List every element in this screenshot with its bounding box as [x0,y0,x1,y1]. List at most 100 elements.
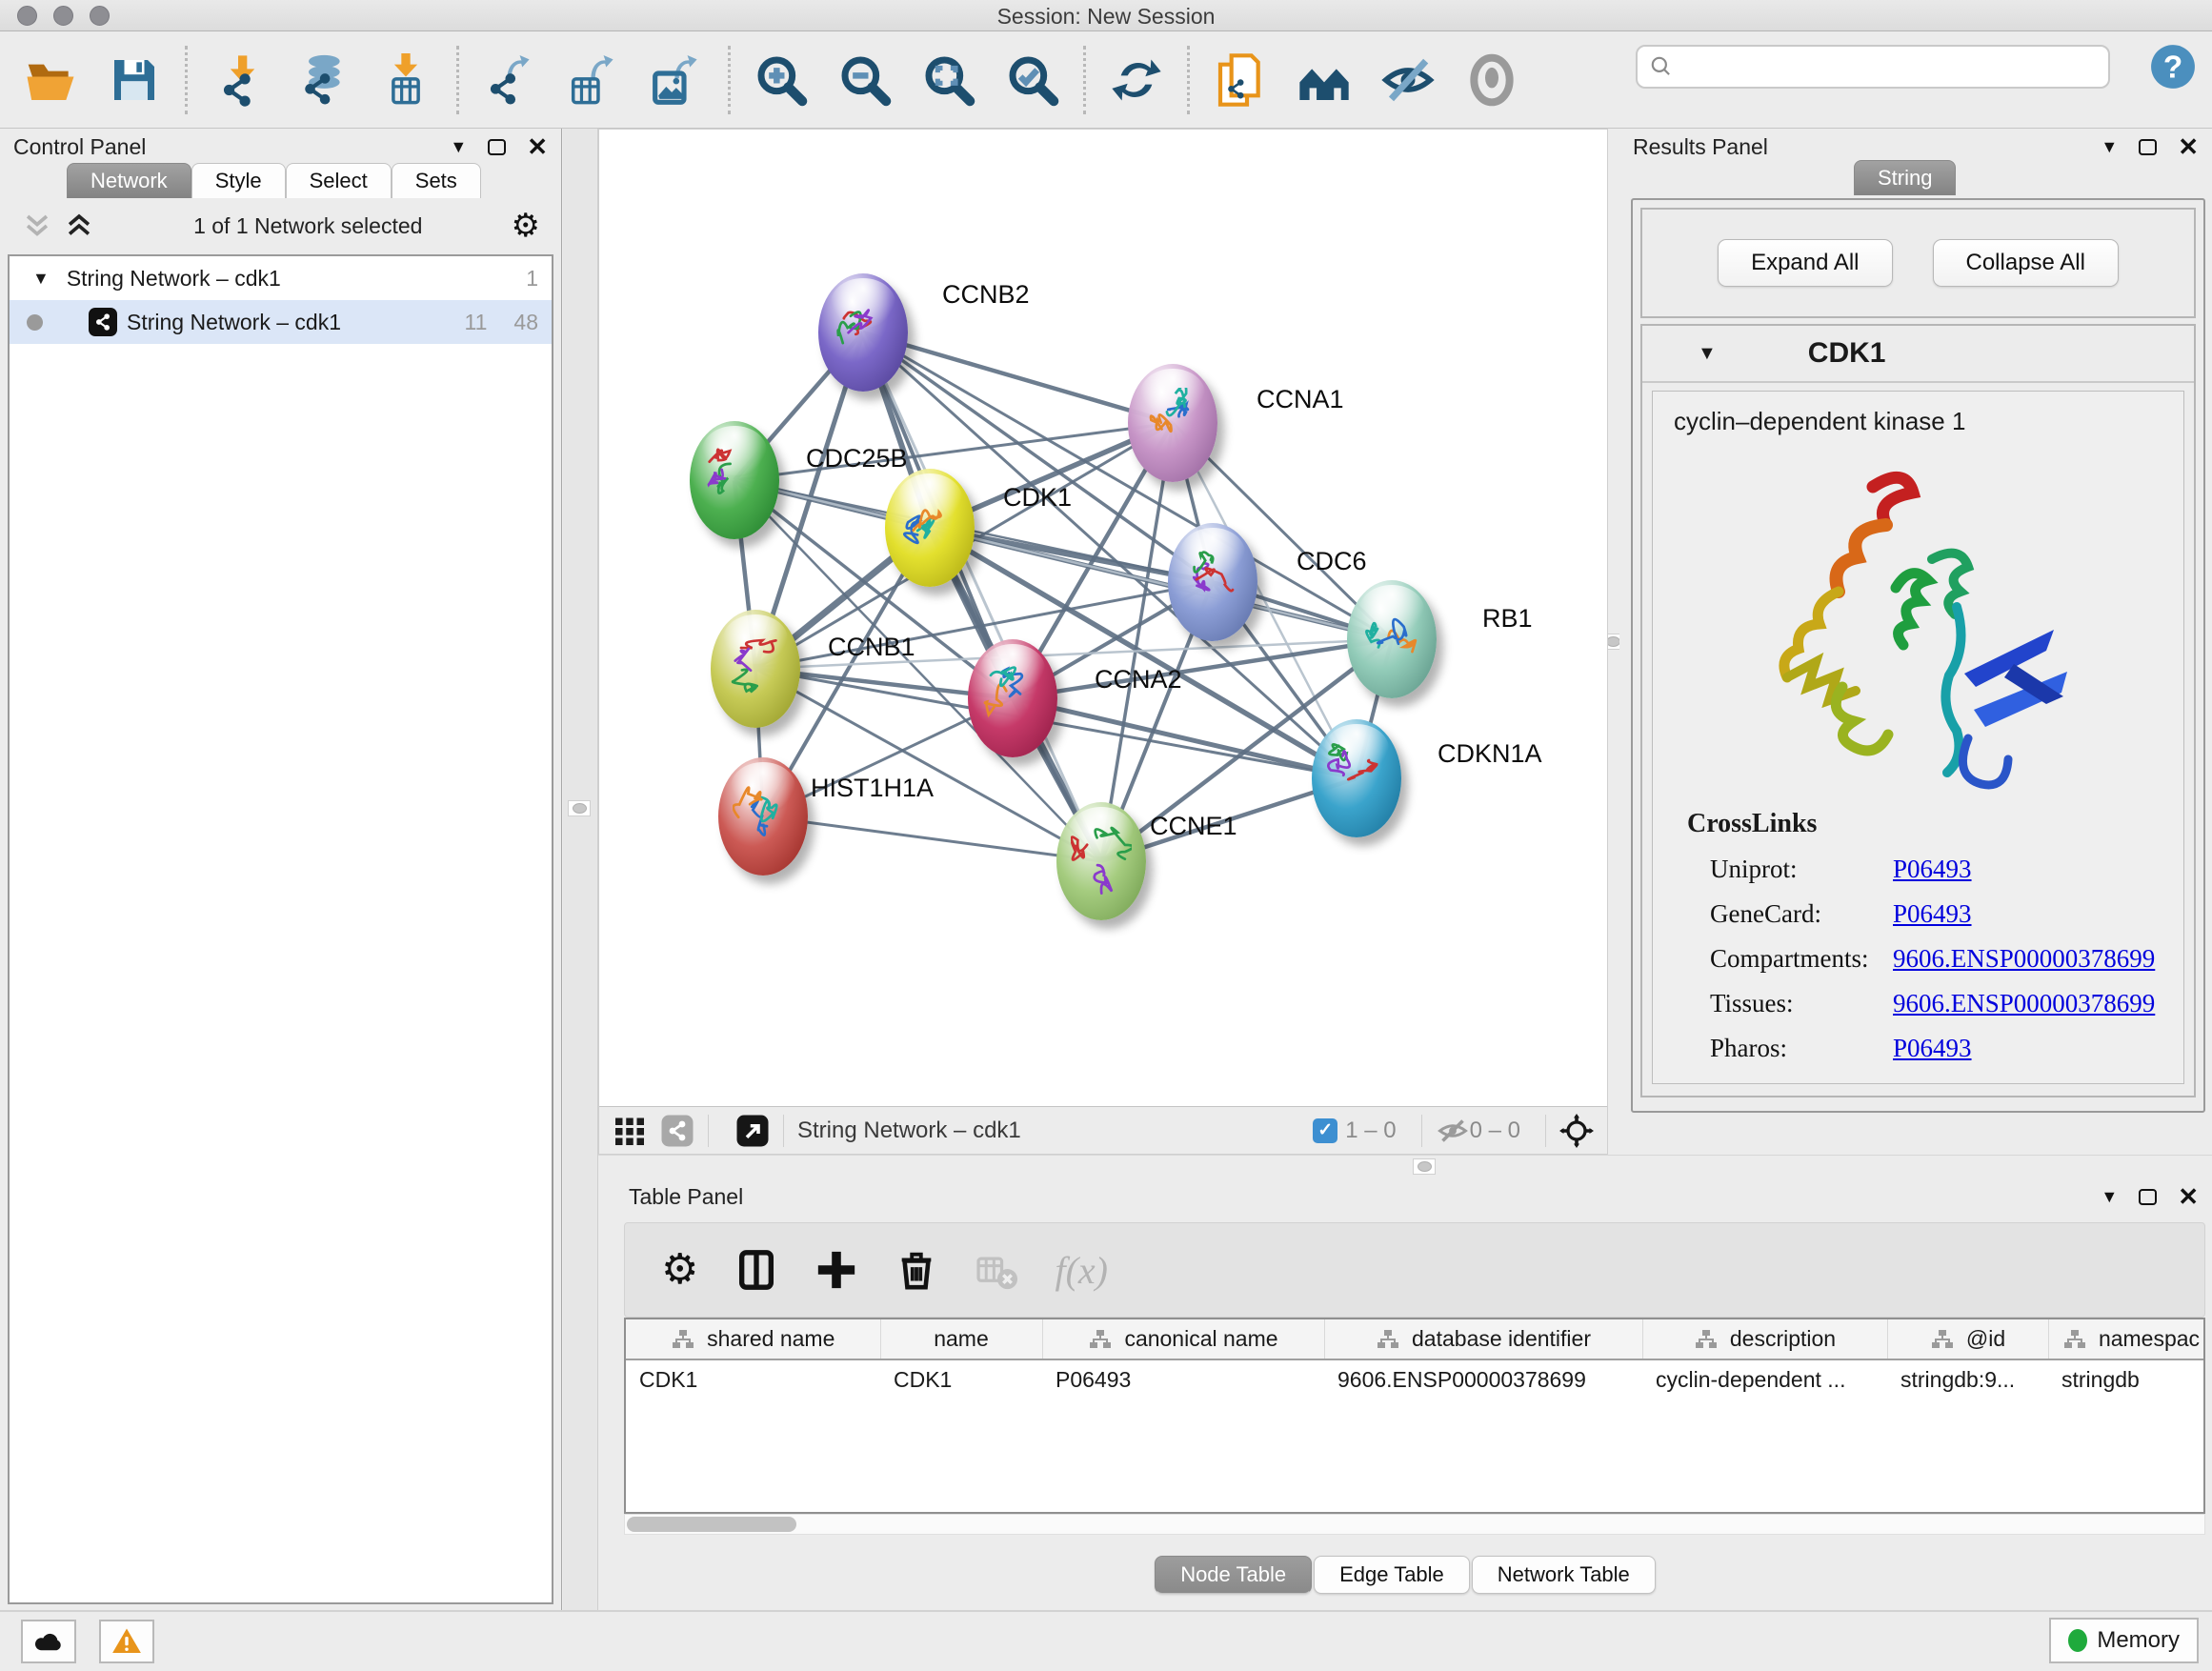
network-node-CCNB1[interactable] [711,610,800,728]
selected-count-checkbox[interactable]: ✓ [1313,1118,1337,1143]
zoom-fit-button[interactable] [912,46,986,114]
network-node-HIST1H1A[interactable] [718,757,808,876]
search-input[interactable] [1681,54,2097,79]
import-network-database-button[interactable] [285,46,359,114]
memory-button[interactable]: Memory [2049,1618,2199,1663]
column-header-database-identifier[interactable]: database identifier [1324,1319,1642,1359]
tab-select[interactable]: Select [286,163,392,198]
network-node-CCNE1[interactable] [1056,802,1146,920]
column-header-description[interactable]: description [1642,1319,1887,1359]
export-network-button[interactable] [473,46,547,114]
close-panel-icon[interactable]: ✕ [2178,1182,2199,1212]
crosslink-link[interactable]: P06493 [1893,899,1972,929]
panel-menu-icon[interactable]: ▼ [2101,137,2118,157]
left-splitter-handle[interactable] [568,800,591,816]
network-node-CDKN1A[interactable] [1312,719,1401,837]
table-cell[interactable]: stringdb:9... [1887,1359,2048,1399]
network-node-CDC25B[interactable] [690,421,779,539]
show-all-button[interactable] [1455,46,1529,114]
crosslink-link[interactable]: 9606.ENSP00000378699 [1893,944,2155,974]
table-horizontal-scrollbar[interactable] [624,1514,2205,1535]
tab-style[interactable]: Style [191,163,286,198]
network-options-gear-icon[interactable]: ⚙ [512,211,540,240]
network-node-CCNA2[interactable] [968,639,1057,757]
column-header-namespac[interactable]: namespac [2048,1319,2205,1359]
table-cell[interactable]: stringdb [2048,1359,2205,1399]
crosslink-link[interactable]: P06493 [1893,1034,1972,1063]
collection-expand-icon[interactable]: ▼ [32,269,50,289]
grid-view-icon[interactable] [613,1114,647,1148]
show-columns-icon[interactable] [734,1248,778,1292]
column-header-name[interactable]: name [880,1319,1042,1359]
tab-network[interactable]: Network [67,163,191,198]
detach-view-icon[interactable] [735,1114,770,1148]
zoom-in-button[interactable] [744,46,818,114]
gene-collapse-icon[interactable]: ▼ [1698,343,1717,365]
zoom-out-button[interactable] [828,46,902,114]
network-node-CCNA1[interactable] [1128,364,1217,482]
network-view-mode-icon[interactable] [660,1114,694,1148]
expand-all-button[interactable]: Expand All [1718,239,1892,287]
left-splitter[interactable] [563,129,598,1610]
save-session-button[interactable] [97,46,171,114]
table-cell[interactable]: P06493 [1042,1359,1324,1399]
bottom-splitter-handle[interactable] [1413,1158,1436,1175]
tab-string[interactable]: String [1854,160,1956,195]
gene-section-header[interactable]: ▼ CDK1 [1642,326,2194,383]
network-node-CDK1[interactable] [885,469,975,587]
help-button[interactable]: ? [2149,43,2197,91]
right-splitter[interactable] [1608,129,1619,1155]
tab-sets[interactable]: Sets [392,163,481,198]
collapse-all-icon[interactable] [21,211,53,240]
column-header--id[interactable]: @id [1887,1319,2048,1359]
network-collection-row[interactable]: ▼ String Network – cdk1 1 [10,256,552,300]
network-row[interactable]: String Network – cdk1 11 48 [10,300,552,344]
export-image-button[interactable] [640,46,714,114]
apply-layout-button[interactable] [1099,46,1174,114]
table-cell[interactable]: cyclin-dependent ... [1642,1359,1887,1399]
table-cell[interactable]: 9606.ENSP00000378699 [1324,1359,1642,1399]
table-cell[interactable]: CDK1 [880,1359,1042,1399]
warnings-button[interactable] [99,1620,154,1663]
first-neighbors-button[interactable] [1287,46,1361,114]
add-column-icon[interactable] [814,1248,858,1292]
bottom-splitter[interactable] [598,1155,2212,1178]
delete-column-icon[interactable] [895,1248,938,1292]
float-panel-icon[interactable] [488,139,506,155]
network-node-CCNB2[interactable] [818,273,908,392]
tab-edge-table[interactable]: Edge Table [1314,1556,1470,1594]
float-panel-icon[interactable] [2139,1189,2157,1205]
table-row[interactable]: CDK1CDK1P064939606.ENSP00000378699cyclin… [626,1359,2205,1399]
open-session-button[interactable] [13,46,88,114]
column-header-shared-name[interactable]: shared name [626,1319,880,1359]
column-header-canonical-name[interactable]: canonical name [1042,1319,1324,1359]
close-panel-icon[interactable]: ✕ [527,132,548,162]
close-panel-icon[interactable]: ✕ [2178,132,2199,162]
network-edge[interactable] [763,816,1101,861]
export-table-button[interactable] [556,46,631,114]
table-cell[interactable]: CDK1 [626,1359,880,1399]
float-panel-icon[interactable] [2139,139,2157,155]
tab-node-table[interactable]: Node Table [1155,1556,1312,1594]
tab-network-table[interactable]: Network Table [1472,1556,1656,1594]
copy-style-button[interactable] [1203,46,1277,114]
panel-menu-icon[interactable]: ▼ [2101,1187,2118,1207]
zoom-selected-button[interactable] [995,46,1070,114]
crosslink-link[interactable]: P06493 [1893,855,1972,884]
import-table-file-button[interactable] [369,46,443,114]
results-scroll-area[interactable]: ▼ CDK1 cyclin–dependent kinase 1 [1640,324,2196,1097]
network-node-CDC6[interactable] [1168,523,1257,641]
table-options-gear-icon[interactable]: ⚙ [661,1248,698,1292]
network-canvas[interactable]: CCNB2CCNA1CDC25BCDK1CDC6RB1CCNB1CCNA2CDK… [599,130,1607,1106]
hide-selected-button[interactable] [1371,46,1445,114]
import-network-file-button[interactable] [201,46,275,114]
network-edge[interactable] [863,332,1173,423]
panel-menu-icon[interactable]: ▼ [450,137,467,157]
expand-all-icon[interactable] [63,211,95,240]
birds-eye-view-icon[interactable] [1559,1114,1594,1148]
crosslink-link[interactable]: 9606.ENSP00000378699 [1893,989,2155,1018]
network-node-RB1[interactable] [1347,580,1437,698]
cloud-status-button[interactable] [21,1620,76,1663]
collapse-all-button[interactable]: Collapse All [1933,239,2119,287]
scrollbar-thumb[interactable] [627,1517,796,1532]
